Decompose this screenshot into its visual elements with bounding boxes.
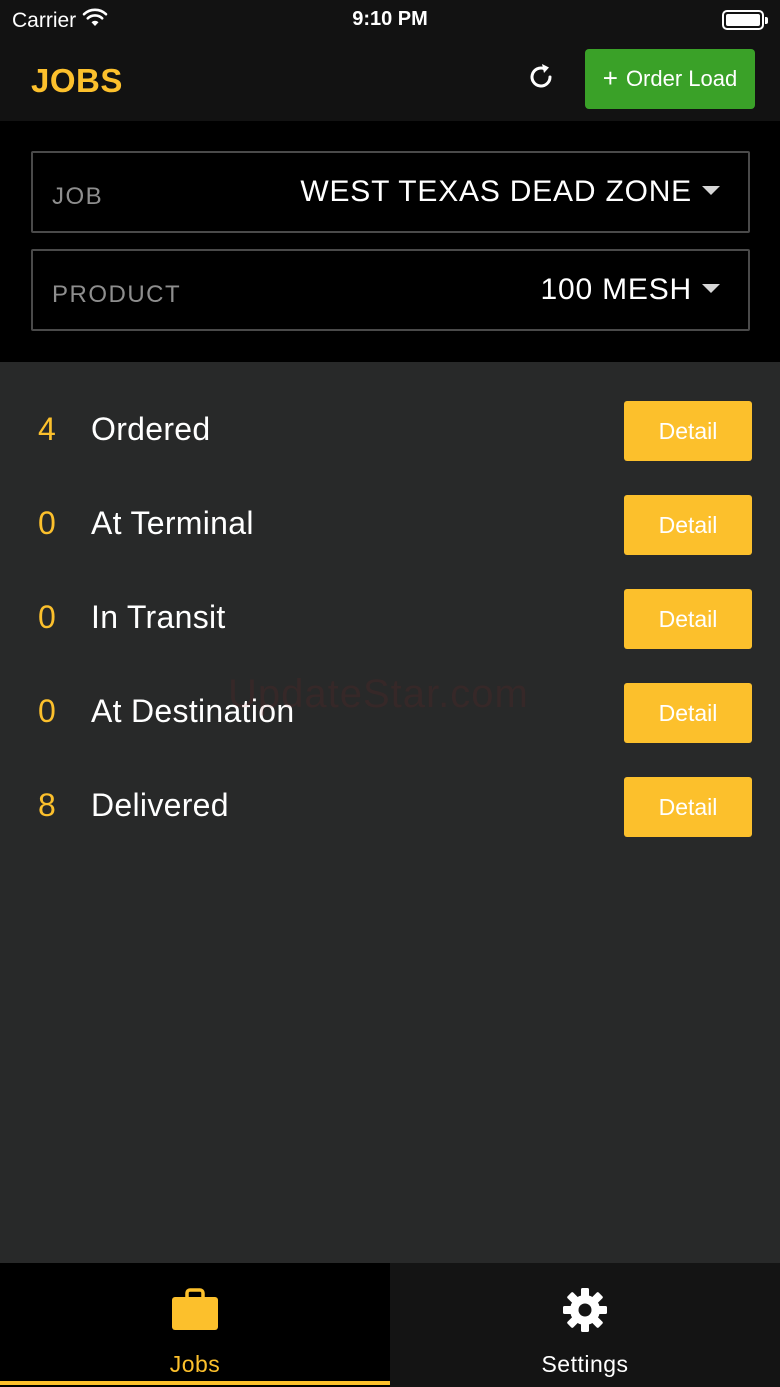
status-count: 4: [38, 411, 56, 447]
job-select-label: JOB: [52, 183, 104, 210]
tab-settings[interactable]: Settings: [390, 1263, 780, 1387]
plus-icon: +: [602, 63, 618, 93]
detail-button-delivered[interactable]: Detail: [624, 777, 752, 837]
status-row-delivered: 8 Delivered Detail: [0, 777, 780, 837]
status-label: Ordered: [91, 411, 211, 447]
product-select[interactable]: PRODUCT 100 MESH: [31, 249, 750, 331]
order-load-button[interactable]: + Order Load: [585, 49, 755, 109]
status-count: 8: [38, 787, 56, 823]
status-row-ordered: 4 Ordered Detail: [0, 401, 780, 461]
detail-button-at-destination[interactable]: Detail: [624, 683, 752, 743]
status-count: 0: [38, 599, 56, 635]
detail-button-at-terminal[interactable]: Detail: [624, 495, 752, 555]
product-select-value: 100 MESH: [540, 273, 692, 306]
page-title: JOBS: [31, 62, 123, 99]
refresh-icon: [525, 61, 557, 98]
tab-settings-label: Settings: [541, 1351, 629, 1377]
tab-bar: Jobs Settings: [0, 1263, 780, 1387]
status-label: In Transit: [91, 599, 226, 635]
job-select-value: WEST TEXAS DEAD ZONE: [300, 175, 692, 208]
detail-button-ordered[interactable]: Detail: [624, 401, 752, 461]
job-select[interactable]: JOB WEST TEXAS DEAD ZONE: [31, 151, 750, 233]
detail-button-in-transit[interactable]: Detail: [624, 589, 752, 649]
status-count: 0: [38, 693, 56, 729]
dropdown-caret-icon: [702, 284, 720, 293]
tab-jobs[interactable]: Jobs: [0, 1263, 390, 1387]
tab-selected-indicator: [0, 1381, 390, 1385]
briefcase-icon: [170, 1285, 220, 1335]
gear-icon: [560, 1285, 610, 1335]
status-bar: Carrier 9:10 PM: [0, 0, 780, 40]
tab-jobs-label: Jobs: [169, 1351, 221, 1377]
watermark: UpdateStar.com: [228, 672, 529, 716]
status-label: At Terminal: [91, 505, 254, 541]
nav-bar: JOBS + Order Load: [0, 40, 780, 121]
status-count: 0: [38, 505, 56, 541]
clock: 9:10 PM: [352, 8, 428, 30]
order-load-label: Order Load: [625, 66, 738, 91]
refresh-button[interactable]: [520, 58, 562, 100]
status-label: Delivered: [91, 787, 229, 823]
status-row-at-terminal: 0 At Terminal Detail: [0, 495, 780, 555]
dropdown-caret-icon: [702, 186, 720, 195]
status-row-in-transit: 0 In Transit Detail: [0, 589, 780, 649]
battery-icon: [722, 10, 768, 30]
product-select-label: PRODUCT: [52, 281, 182, 308]
filter-area: JOB WEST TEXAS DEAD ZONE PRODUCT 100 MES…: [0, 121, 780, 362]
